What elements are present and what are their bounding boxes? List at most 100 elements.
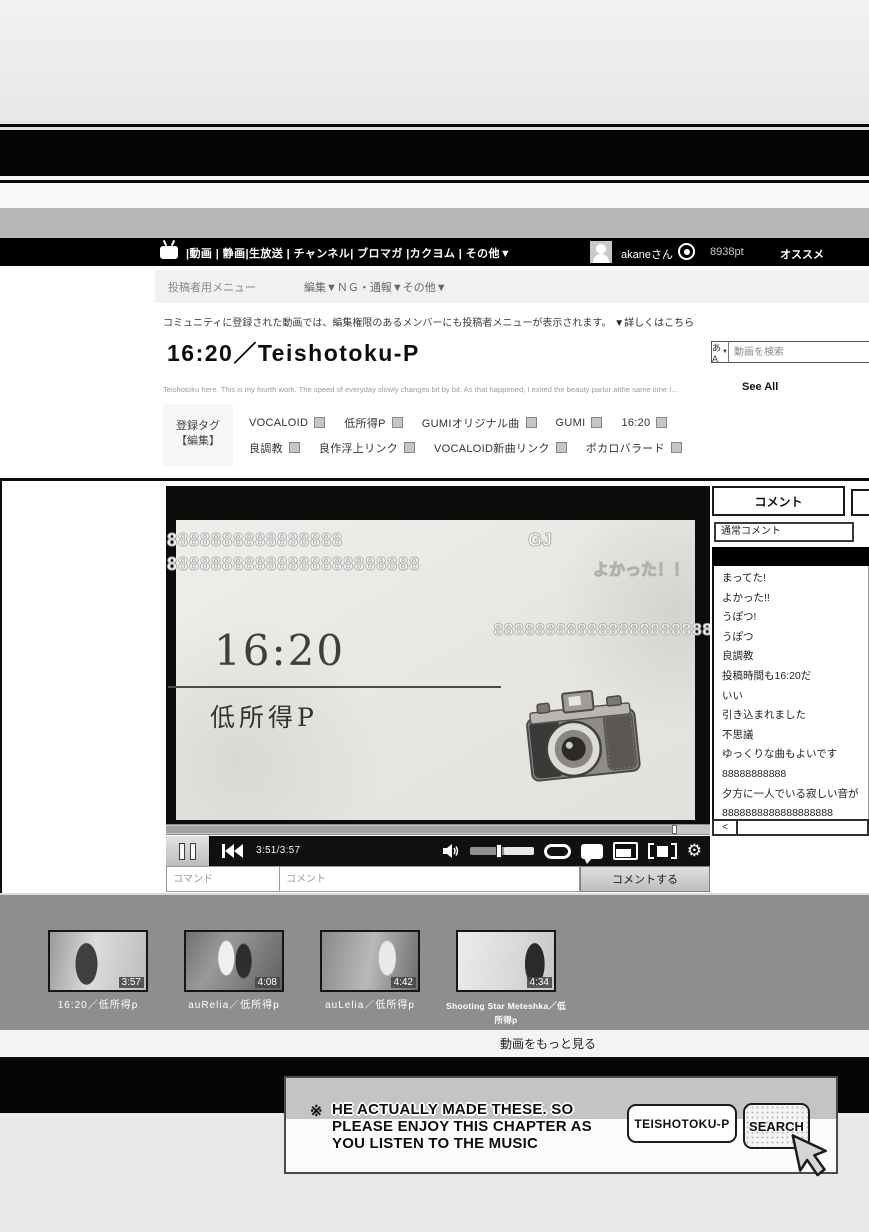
comment-list: まってた! よかった!! うぽつ! うぽつ 良調教 投稿時間も16:20だ いい 引き込まれま… <box>712 566 869 819</box>
tag-item[interactable]: 低所得P <box>344 415 403 431</box>
caption-line: HE ACTUALLY MADE THESE. SO <box>332 1101 574 1118</box>
settings-gear-icon[interactable]: ⚙ <box>687 842 702 860</box>
danmaku-comment: GJ <box>527 530 553 551</box>
danmaku-comment: 8888888888888888 <box>166 530 344 551</box>
pause-button[interactable] <box>166 836 210 866</box>
video-player[interactable]: 8888888888888888 GJ 88888888888888888888… <box>166 486 710 824</box>
caption-line: PLEASE ENJOY THIS CHAPTER AS <box>332 1118 592 1135</box>
tag-lock-icon <box>404 442 416 453</box>
user-avatar[interactable] <box>590 241 612 263</box>
tag-item[interactable]: VOCALOID新曲リンク <box>434 440 567 456</box>
loop-icon[interactable] <box>543 843 571 859</box>
tag-lock-icon <box>656 417 668 428</box>
onscreen-artist: 低所得P <box>210 703 318 732</box>
video-description: Teishotoku here. This is my fourth work.… <box>163 385 678 394</box>
video-search-input[interactable] <box>728 342 869 362</box>
related-video-title[interactable]: 16:20／低所得p <box>30 999 166 1013</box>
more-videos-link[interactable]: 動画をもっと見る <box>500 1035 596 1052</box>
video-duration: 4:08 <box>254 977 280 988</box>
video-thumbnail[interactable]: 4:42 <box>320 930 420 992</box>
tag-item[interactable]: 16:20 <box>621 417 668 429</box>
seek-handle[interactable] <box>671 825 677 834</box>
seek-bar[interactable] <box>166 824 710 835</box>
video-duration: 4:34 <box>526 977 552 988</box>
comment-item: うぽつ <box>722 630 754 643</box>
comment-pager: < <box>712 819 869 836</box>
tags-label: 登録タグ 【編集】 <box>163 404 233 466</box>
poster-menu-item[interactable]: 編集▼ <box>304 282 337 294</box>
comment-toggle-icon[interactable] <box>580 843 603 864</box>
tag-item[interactable]: GUMIオリジナル曲 <box>422 415 537 431</box>
related-video[interactable]: 3:57 16:20／低所得p <box>30 930 166 1030</box>
tag-item[interactable]: ポカロバラード <box>586 440 682 456</box>
comment-item: ゆっくりな曲もよいです <box>722 748 838 761</box>
related-video[interactable]: 4:08 auRelia／低所得p <box>166 930 302 1030</box>
poster-menu-item[interactable]: ＮＧ・通報▼ <box>337 282 403 294</box>
fullscreen-icon[interactable] <box>647 843 677 859</box>
video-title: 16:20／Teishotoku-P <box>167 340 420 366</box>
user-points: 8938pt <box>710 246 744 258</box>
video-thumbnail[interactable]: 4:08 <box>184 930 284 992</box>
playback-time: 3:51/3:57 <box>256 845 301 856</box>
video-thumbnail[interactable]: 4:34 <box>456 930 556 992</box>
notice-detail-link[interactable]: ▼詳しくはこちら <box>614 318 694 329</box>
comment-panel: コメント 通常コメント まってた! よかった!! うぽつ! うぽつ 良調教 投稿時間も16… <box>712 486 869 836</box>
panel-border-band <box>0 130 869 176</box>
comment-item: 夕方に一人でいる寂しい音が <box>722 787 859 800</box>
tag-lock-icon <box>525 417 537 428</box>
comment-item: 8888888888888888888 <box>722 807 833 819</box>
pager-prev-button[interactable]: < <box>714 821 738 834</box>
poster-menu-title: 投稿者用メニュー <box>168 281 256 294</box>
tag-item[interactable]: 良作浮上リンク <box>319 440 416 456</box>
onscreen-underline <box>168 686 501 688</box>
tag-lock-icon <box>314 417 326 428</box>
tags-rows: VOCALOID 低所得P GUMIオリジナル曲 GUMI 16:20 良調教 良作浮上リ… <box>233 404 682 466</box>
caption-search-field[interactable]: TEISHOTOKU-P <box>627 1104 737 1143</box>
comment-input-row: コメントする <box>166 866 710 892</box>
tag-item[interactable]: 良調教 <box>249 440 300 456</box>
tags-edit-link[interactable]: 【編集】 <box>163 434 233 449</box>
related-video[interactable]: 4:34 Shooting Star Meteshka／低所得p <box>438 930 574 1030</box>
related-video-title[interactable]: auLelia／低所得p <box>302 999 438 1013</box>
tags-section: 登録タグ 【編集】 VOCALOID 低所得P GUMIオリジナル曲 GUMI 16:2… <box>163 404 723 466</box>
tag-item[interactable]: GUMI <box>556 417 603 429</box>
volume-handle[interactable] <box>495 844 502 858</box>
comment-item: 投稿時間も16:20だ <box>722 669 812 682</box>
related-video-title[interactable]: auRelia／低所得p <box>166 999 302 1013</box>
see-all-link[interactable]: See All <box>742 381 778 393</box>
danmaku-comment: 888888888888888888888 <box>493 620 710 640</box>
comment-submit-button[interactable]: コメントする <box>580 866 710 892</box>
restart-button[interactable] <box>222 844 243 858</box>
tag-lock-icon <box>555 442 567 453</box>
navbar-links[interactable]: |動画 | 静画|生放送 | チャンネル| ブロマガ |カクヨム | その他▼ <box>186 245 511 261</box>
volume-slider[interactable] <box>469 844 534 858</box>
comment-item: 引き込まれました <box>722 709 806 722</box>
comment-item: うぽつ! <box>722 611 757 624</box>
seek-progress <box>166 826 672 833</box>
tags-label-title: 登録タグ <box>176 420 220 432</box>
caret-down-icon: ▼ <box>722 349 728 355</box>
related-video[interactable]: 4:42 auLelia／低所得p <box>302 930 438 1030</box>
poster-menu-item[interactable]: その他▼ <box>403 282 447 294</box>
manga-nicovideo-page: |動画 | 静画|生放送 | チャンネル| ブロマガ |カクヨム | その他▼ … <box>0 0 869 1232</box>
comment-item: いい <box>722 689 743 702</box>
video-thumbnail[interactable]: 3:57 <box>48 930 148 992</box>
comment-filter-dropdown[interactable]: 通常コメント <box>714 522 854 542</box>
comment-list-header <box>712 547 869 566</box>
theater-mode-icon[interactable] <box>612 842 638 860</box>
tag-item[interactable]: VOCALOID <box>249 417 326 429</box>
command-input[interactable] <box>166 866 280 892</box>
panel-gap <box>0 183 869 208</box>
user-name[interactable]: akaneさん <box>621 246 673 262</box>
comment-tab[interactable]: コメント <box>712 486 845 516</box>
manga-top-margin <box>0 0 869 124</box>
recommend-link[interactable]: オススメ <box>780 246 824 262</box>
comment-input[interactable] <box>280 866 580 892</box>
input-mode-dropdown[interactable]: あA ▼ <box>712 342 729 364</box>
related-video-title[interactable]: Shooting Star Meteshka／低所得p <box>438 999 574 1027</box>
video-screen[interactable]: 8888888888888888 GJ 88888888888888888888… <box>166 520 710 820</box>
onscreen-title: 16:20 <box>214 626 346 675</box>
secondary-tab[interactable] <box>851 489 869 516</box>
comment-item: 良調教 <box>722 650 754 663</box>
volume-icon[interactable] <box>442 843 460 859</box>
